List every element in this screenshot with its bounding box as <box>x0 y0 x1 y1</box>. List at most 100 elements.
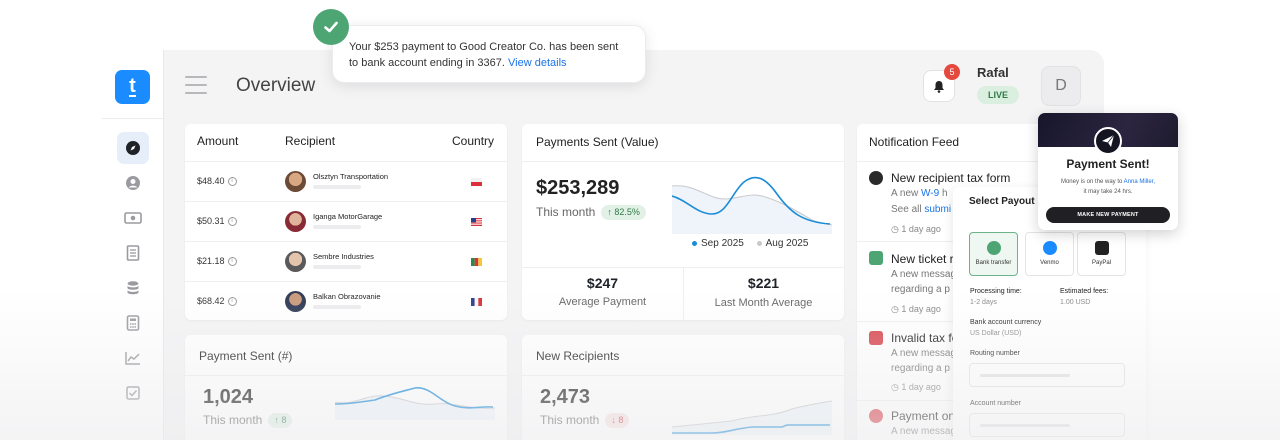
last-month-average-label: Last Month Average <box>714 297 813 309</box>
chat-icon <box>869 251 883 265</box>
bank-transfer-option[interactable]: Bank transfer <box>969 232 1018 276</box>
currency-label: Bank account currency <box>970 319 1042 326</box>
notification-time: ◷ 1 day ago <box>891 304 941 314</box>
cash-icon <box>124 212 142 224</box>
info-icon[interactable]: i <box>227 257 237 267</box>
value-trend-chart <box>672 176 832 234</box>
info-icon[interactable]: i <box>227 297 237 307</box>
user-name: Rafal <box>977 65 1009 80</box>
routing-number-field[interactable] <box>969 363 1125 387</box>
chart-icon <box>125 352 140 365</box>
recipient-avatar <box>285 171 306 192</box>
sidebar-item-overview[interactable] <box>117 132 149 164</box>
sidebar-item-documents[interactable] <box>117 237 149 269</box>
poland-flag-icon <box>471 178 482 186</box>
clock-icon: ◷ <box>891 382 902 392</box>
make-new-payment-button[interactable]: MAKE NEW PAYMENT <box>1046 207 1170 223</box>
card-title: New Recipients <box>536 349 620 363</box>
recipient-subtext-placeholder <box>313 225 361 229</box>
cameroon-flag-icon <box>471 258 482 266</box>
status-badge: LIVE <box>977 86 1019 104</box>
recipient-name: Balkan Obrazovanie <box>313 292 381 301</box>
chart-legend: Sep 2025 Aug 2025 <box>692 238 808 249</box>
recipients-trend-chart <box>672 400 832 435</box>
sidebar-divider <box>102 118 164 119</box>
notification-line: regarding a p <box>891 284 950 295</box>
legend-sep-2025: Sep 2025 <box>701 238 744 249</box>
app-logo[interactable]: t <box>115 70 150 104</box>
sidebar-item-data[interactable] <box>117 272 149 304</box>
panel-title: Select Payout M <box>969 196 1046 207</box>
aug-2025-series <box>672 185 832 234</box>
tax-form-icon <box>869 171 883 185</box>
legend-aug-2025: Aug 2025 <box>765 238 809 249</box>
paypal-option[interactable]: PayPal <box>1077 232 1126 276</box>
sidebar-item-calculator[interactable] <box>117 307 149 339</box>
count-value: 1,024 <box>203 386 254 408</box>
processing-time-label: Processing time: <box>970 288 1022 295</box>
table-row[interactable]: $68.42 i Balkan Obrazovanie <box>185 281 507 320</box>
sidebar-item-recipients[interactable] <box>117 167 149 199</box>
payment-sent-card: Payment Sent! Money is on the way to Ann… <box>1038 113 1178 230</box>
card-title: Payment Sent (#) <box>199 349 293 363</box>
column-header-country[interactable]: Country <box>452 134 494 148</box>
new-recipients-card: New Recipients 2,473 This month ↓ 8 <box>522 335 844 440</box>
average-payment-value: $247 <box>586 275 619 291</box>
recipient-name: Iganga MotorGarage <box>313 212 383 221</box>
notification-title[interactable]: Invalid tax fo <box>891 331 958 345</box>
routing-number-label: Routing number <box>970 350 1020 357</box>
view-details-link[interactable]: View details <box>508 57 567 69</box>
card-title: Notification Feed <box>869 135 960 149</box>
database-icon <box>127 281 139 295</box>
average-payment-label: Average Payment <box>558 296 647 308</box>
amount-cell: $68.42 <box>197 296 225 306</box>
page-title: Overview <box>236 75 316 96</box>
recipients-value: 2,473 <box>540 386 591 408</box>
sidebar-item-analytics[interactable] <box>117 342 149 374</box>
venmo-icon <box>1042 241 1057 255</box>
period-label: This month ↑ 82.5% <box>536 205 646 221</box>
notification-line: A new messag <box>891 426 957 437</box>
table-row[interactable]: $48.40 i Olsztyn Transportation <box>185 161 507 201</box>
user-icon <box>126 176 140 190</box>
amount-cell: $48.40 <box>197 176 225 186</box>
us-flag-icon <box>471 218 482 226</box>
notification-line: A new W-9 h <box>891 188 948 199</box>
avatar[interactable]: D <box>1041 66 1081 106</box>
payments-table-card: Amount Recipient Country $48.40 i Olsztyn… <box>185 124 507 320</box>
change-badge: ↑ 82.5% <box>601 205 646 221</box>
amount-cell: $50.31 <box>197 216 225 226</box>
bank-icon <box>986 241 1001 255</box>
notification-title[interactable]: New recipient tax form <box>891 171 1010 185</box>
notification-title[interactable]: New ticket r <box>891 252 954 266</box>
recipient-link[interactable]: Anna Miller, <box>1124 179 1155 185</box>
notification-line: A new messag <box>891 269 957 280</box>
period-label: This month ↓ 8 <box>540 413 630 429</box>
amount-cell: $21.18 <box>197 256 225 266</box>
sidebar-item-payments[interactable] <box>117 202 149 234</box>
column-header-recipient[interactable]: Recipient <box>285 134 335 148</box>
column-header-amount[interactable]: Amount <box>197 134 238 148</box>
table-row[interactable]: $21.18 i Sembre Industries <box>185 241 507 281</box>
recipient-subtext-placeholder <box>313 185 361 189</box>
total-value: $253,289 <box>536 177 620 199</box>
payment-sent-title: Payment Sent! <box>1066 157 1150 171</box>
notification-title[interactable]: Payment on <box>891 409 955 423</box>
venmo-option[interactable]: Venmo <box>1025 232 1074 276</box>
compass-icon <box>126 141 140 155</box>
check-icon <box>313 9 349 45</box>
table-row[interactable]: $50.31 i Iganga MotorGarage <box>185 201 507 241</box>
menu-icon[interactable] <box>185 76 207 94</box>
payment-count-card: Payment Sent (#) 1,024 This month ↑ 8 <box>185 335 507 440</box>
clock-icon: ◷ <box>891 224 902 234</box>
toast-message: Your $253 payment to Good Creator Co. ha… <box>349 41 619 69</box>
account-number-field[interactable] <box>969 413 1125 437</box>
info-icon[interactable]: i <box>227 177 237 187</box>
payment-toast: Your $253 payment to Good Creator Co. ha… <box>332 25 646 83</box>
period-label: This month ↑ 8 <box>203 413 293 429</box>
info-icon[interactable]: i <box>227 217 237 227</box>
sidebar-item-tasks[interactable] <box>117 377 149 409</box>
processing-time-value: 1-2 days <box>970 299 997 306</box>
recipient-avatar <box>285 211 306 232</box>
payment-sent-message: Money is on the way to Anna Miller, it m… <box>1060 179 1156 195</box>
